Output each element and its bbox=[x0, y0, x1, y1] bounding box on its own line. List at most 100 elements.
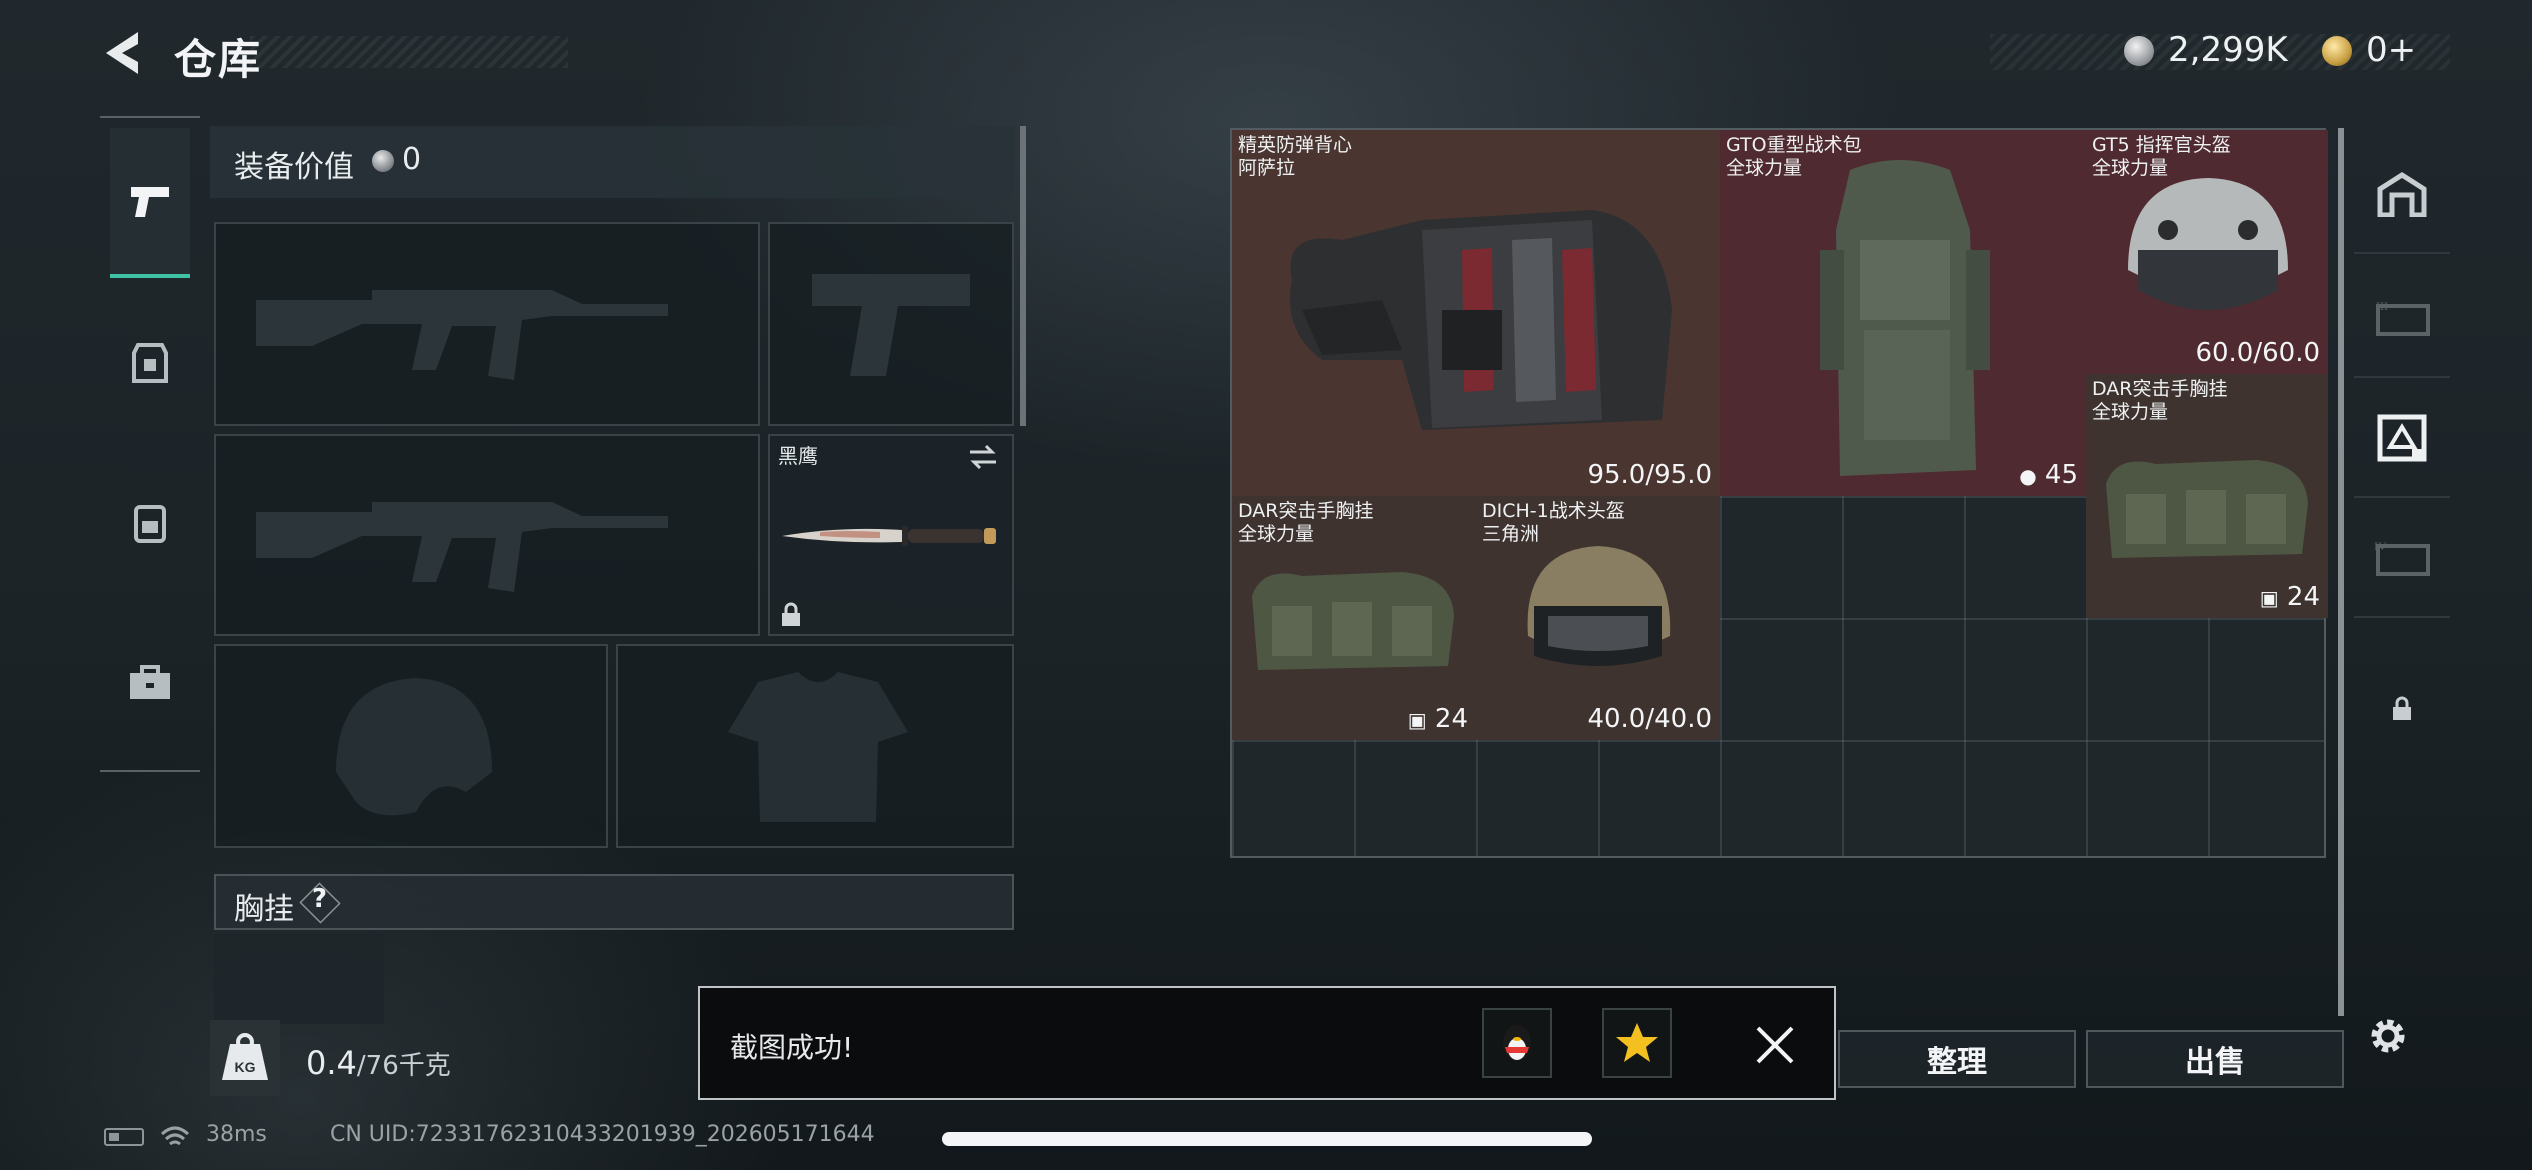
capacity-icon: ▣ bbox=[1407, 708, 1427, 732]
helmet-silhouette-icon bbox=[336, 678, 492, 816]
chevron-left-icon bbox=[106, 32, 138, 74]
weight-icon: KG bbox=[222, 1033, 268, 1080]
user-uid: CN UID:72331762310433201939_202605171644 bbox=[330, 1122, 875, 1147]
carry-weight: 0.4/76千克 bbox=[306, 1044, 451, 1082]
silver-coin-icon bbox=[2124, 36, 2154, 66]
close-icon bbox=[1756, 1026, 1794, 1064]
ping-readout: 38ms bbox=[206, 1122, 267, 1147]
capacity-value: 24 bbox=[1434, 704, 1468, 734]
sell-button[interactable]: 出售 bbox=[2086, 1030, 2344, 1088]
backpack-image bbox=[1820, 160, 1990, 476]
chest-rig-label: 胸挂 bbox=[234, 892, 294, 927]
tab-stash-locked[interactable] bbox=[2354, 650, 2450, 768]
tab-stash-main[interactable] bbox=[2354, 136, 2450, 254]
slot-body-armor[interactable] bbox=[616, 644, 1014, 848]
equipment-value-label: 装备价值 bbox=[234, 150, 354, 185]
home-indicator[interactable] bbox=[942, 1132, 1592, 1146]
inventory-item-helmet-dich1[interactable]: DICH-1战术头盔 三角洲 40.0/40.0 bbox=[1476, 496, 1720, 740]
inventory-item-chest-rig-1[interactable]: DAR突击手胸挂 全球力量 ▣ 24 bbox=[2086, 374, 2328, 618]
melee-item-name: 黑鹰 bbox=[778, 444, 818, 468]
share-qzone-button[interactable] bbox=[1602, 1008, 1672, 1078]
tab-stash-4[interactable]: IV bbox=[2354, 500, 2450, 618]
close-toast-button[interactable] bbox=[1750, 1020, 1800, 1070]
weight-current: 0.4 bbox=[306, 1044, 357, 1082]
item-brand: 全球力量 bbox=[2092, 157, 2169, 179]
slot-helmet[interactable] bbox=[214, 644, 608, 848]
item-brand: 全球力量 bbox=[1238, 523, 1315, 545]
slot-primary-weapon-1[interactable] bbox=[214, 222, 760, 426]
helmet-image bbox=[1527, 546, 1671, 666]
inventory-item-helmet-gt5[interactable]: GT5 指挥官头盔 全球力量 60.0/60.0 bbox=[2086, 130, 2328, 374]
item-name: GTO重型战术包 bbox=[1726, 134, 1862, 156]
rifle-silhouette-icon bbox=[256, 502, 668, 592]
gear-icon bbox=[2371, 1019, 2405, 1053]
page-title: 仓库 bbox=[174, 35, 263, 84]
slot-sidearm[interactable] bbox=[768, 222, 1014, 426]
equipment-scrollbar[interactable] bbox=[1020, 126, 1026, 426]
wifi-icon bbox=[160, 1124, 190, 1150]
inventory-item-vest[interactable]: 精英防弹背心 阿萨拉 95.0/95.0 bbox=[1232, 130, 1720, 496]
item-brand: 全球力量 bbox=[2092, 401, 2169, 423]
pistol-silhouette-icon bbox=[812, 274, 970, 376]
item-label: GT5 指挥官头盔 全球力量 bbox=[2092, 134, 2231, 180]
sort-button[interactable]: 整理 bbox=[1838, 1030, 2076, 1088]
inventory-grid[interactable]: 精英防弹背心 阿萨拉 95.0/95.0 GTO重型战术包 全球力量 ● 45 GT… bbox=[1230, 128, 2328, 858]
share-qq-button[interactable] bbox=[1482, 1008, 1552, 1078]
weight-icon-box: KG bbox=[210, 1020, 280, 1096]
equipment-value: 0 bbox=[402, 142, 422, 177]
tab-stash-3[interactable]: III bbox=[2354, 260, 2450, 378]
svg-text:III: III bbox=[2376, 299, 2388, 313]
vest-silhouette-icon bbox=[728, 672, 908, 822]
stash-active-icon bbox=[2377, 414, 2427, 462]
battery-icon bbox=[104, 1128, 144, 1146]
chest-rig-image bbox=[1252, 572, 1454, 670]
tab-armor[interactable] bbox=[110, 288, 190, 438]
tab-stash-active[interactable] bbox=[2354, 380, 2450, 498]
stash-tier-4-icon: IV bbox=[2374, 539, 2430, 576]
item-capacity: ▣ 24 bbox=[1408, 704, 1468, 734]
knife-icon bbox=[782, 526, 996, 546]
inventory-item-backpack[interactable]: GTO重型战术包 全球力量 ● 45 bbox=[1720, 130, 2086, 496]
vest-image bbox=[1290, 210, 1672, 430]
help-icon[interactable]: ? bbox=[312, 884, 327, 914]
chest-rig-image bbox=[2106, 460, 2308, 558]
slot-chest-rig[interactable] bbox=[214, 934, 384, 1024]
stash-icon bbox=[2377, 172, 2427, 217]
back-button[interactable] bbox=[100, 28, 150, 78]
item-label: 精英防弹背心 阿萨拉 bbox=[1238, 134, 1352, 180]
item-name: DAR突击手胸挂 bbox=[2092, 378, 2228, 400]
weight-max: /76千克 bbox=[356, 1051, 451, 1081]
silver-coin-icon bbox=[372, 150, 394, 172]
slot-primary-weapon-2[interactable] bbox=[214, 434, 760, 636]
qzone-star-icon bbox=[1616, 1023, 1658, 1062]
currency-1-amount: 2,299K bbox=[2168, 30, 2288, 70]
gold-coin-icon bbox=[2322, 36, 2352, 66]
tab-backpack[interactable] bbox=[110, 448, 190, 598]
armor-icon bbox=[132, 343, 168, 383]
item-capacity: ● 45 bbox=[2019, 460, 2078, 490]
item-durability: 40.0/40.0 bbox=[1587, 704, 1712, 734]
stash-tier-3-icon: III bbox=[2376, 299, 2430, 336]
inventory-scrollbar[interactable] bbox=[2338, 128, 2344, 1016]
item-name: DAR突击手胸挂 bbox=[1238, 500, 1374, 522]
tab-weapons[interactable] bbox=[110, 128, 190, 278]
capacity-icon: ● bbox=[2019, 464, 2037, 488]
lock-icon bbox=[2393, 696, 2411, 720]
currency-2-amount[interactable]: 0+ bbox=[2366, 30, 2416, 70]
qq-penguin-icon bbox=[1503, 1025, 1531, 1061]
tab-case[interactable] bbox=[110, 608, 190, 758]
title-decoration bbox=[250, 36, 568, 68]
capacity-value: 24 bbox=[2286, 582, 2320, 612]
item-capacity: ▣ 24 bbox=[2260, 582, 2320, 612]
swap-icon[interactable] bbox=[966, 444, 1000, 470]
pistol-icon bbox=[131, 187, 169, 217]
item-durability: 95.0/95.0 bbox=[1587, 460, 1712, 490]
item-name: DICH-1战术头盔 bbox=[1482, 500, 1625, 522]
backpack-icon bbox=[134, 505, 166, 543]
item-brand: 全球力量 bbox=[1726, 157, 1803, 179]
settings-button[interactable] bbox=[2366, 1014, 2410, 1058]
svg-text:IV: IV bbox=[2374, 539, 2387, 553]
weight-icon-label: KG bbox=[235, 1059, 256, 1075]
item-label: DICH-1战术头盔 三角洲 bbox=[1482, 500, 1625, 546]
inventory-item-chest-rig-2[interactable]: DAR突击手胸挂 全球力量 ▣ 24 bbox=[1232, 496, 1476, 740]
